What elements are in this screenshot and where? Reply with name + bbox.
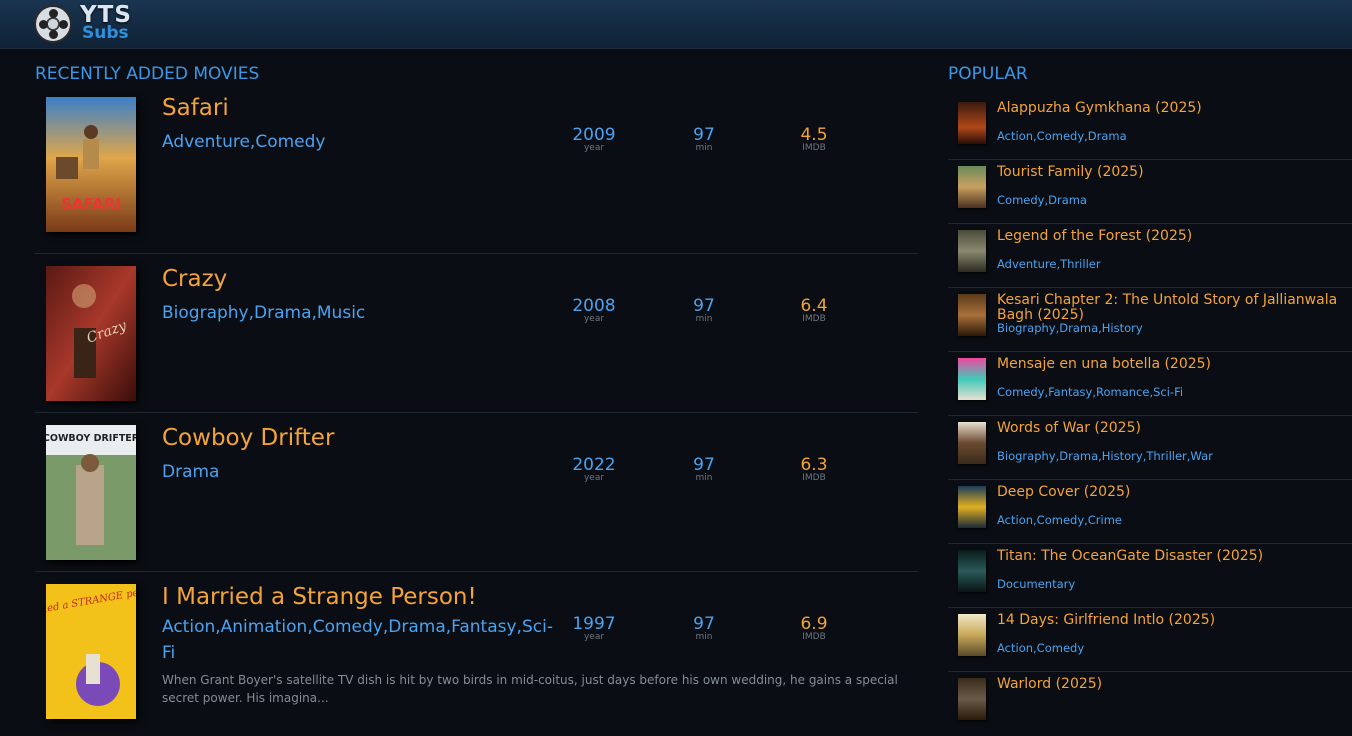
movie-title[interactable]: I Married a Strange Person! (162, 584, 477, 610)
poster-caption: SAFARI (61, 195, 121, 213)
movie-poster[interactable]: COWBOY DRIFTER (46, 425, 136, 560)
popular-thumbnail[interactable] (958, 358, 986, 400)
movie-title[interactable]: Crazy (162, 266, 227, 292)
popular-genres: Action,Comedy (997, 641, 1085, 655)
movie-rating: 4.5 IMDB (800, 125, 828, 153)
movie-item: COWBOY DRIFTER Cowboy Drifter Drama 2022… (35, 413, 918, 572)
popular-item[interactable]: Kesari Chapter 2: The Untold Story of Ja… (948, 288, 1352, 352)
popular-genres: Documentary (997, 577, 1076, 591)
popular-item[interactable]: Words of War (2025) Biography,Drama,Hist… (948, 416, 1352, 480)
movie-year: 2008 year (572, 296, 616, 324)
popular-title[interactable]: Alappuzha Gymkhana (2025) (997, 101, 1352, 116)
popular-thumbnail[interactable] (958, 294, 986, 336)
popular-thumbnail[interactable] (958, 102, 986, 144)
popular-title[interactable]: Titan: The OceanGate Disaster (2025) (997, 549, 1352, 564)
popular-genres: Comedy,Drama (997, 193, 1087, 207)
site-logo[interactable]: YTS Subs (34, 2, 144, 45)
popular-title[interactable]: Warlord (2025) (997, 677, 1352, 692)
popular-item[interactable]: Tourist Family (2025) Comedy,Drama (948, 160, 1352, 224)
section-title: POPULAR (948, 64, 1028, 84)
popular-title[interactable]: Legend of the Forest (2025) (997, 229, 1352, 244)
popular-thumbnail[interactable] (958, 166, 986, 208)
movie-rating: 6.4 IMDB (800, 296, 828, 324)
section-title: RECENTLY ADDED MOVIES (35, 64, 260, 84)
movie-genres: Biography,Drama,Music (162, 303, 366, 323)
popular-genres: Action,Comedy,Drama (997, 129, 1127, 143)
movie-genres: Adventure,Comedy (162, 132, 326, 152)
movie-genres: Action,Animation,Comedy,Drama,Fantasy,Sc… (162, 617, 553, 663)
recent-movies-section: RECENTLY ADDED MOVIES SAFARI Safari Adve… (35, 49, 918, 731)
poster-caption: COWBOY DRIFTER (46, 433, 136, 444)
popular-genres: Biography,Drama,History,Thriller,War (997, 449, 1213, 463)
site-header: YTS Subs (0, 0, 1352, 49)
movie-rating: 6.9 IMDB (800, 614, 828, 642)
movie-runtime: 97 min (693, 125, 715, 153)
movie-year: 2009 year (572, 125, 616, 153)
popular-item[interactable]: Alappuzha Gymkhana (2025) Action,Comedy,… (948, 96, 1352, 160)
film-reel-icon (34, 5, 72, 43)
movie-runtime: 97 min (693, 614, 715, 642)
movie-item: Crazy Crazy Biography,Drama,Music 2008 ye… (35, 254, 918, 413)
popular-item[interactable]: Deep Cover (2025) Action,Comedy,Crime (948, 480, 1352, 544)
movie-genres: Drama (162, 462, 220, 482)
movie-runtime: 97 min (693, 296, 715, 324)
popular-thumbnail[interactable] (958, 614, 986, 656)
popular-item[interactable]: Warlord (2025) (948, 672, 1352, 736)
movie-rating: 6.3 IMDB (800, 455, 828, 483)
popular-title[interactable]: Mensaje en una botella (2025) (997, 357, 1352, 372)
movie-year: 2022 year (572, 455, 616, 483)
popular-title[interactable]: Tourist Family (2025) (997, 165, 1352, 180)
popular-item[interactable]: Legend of the Forest (2025) Adventure,Th… (948, 224, 1352, 288)
popular-item[interactable]: Titan: The OceanGate Disaster (2025) Doc… (948, 544, 1352, 608)
movie-description: When Grant Boyer's satellite TV dish is … (162, 673, 898, 705)
popular-title[interactable]: Deep Cover (2025) (997, 485, 1352, 500)
popular-thumbnail[interactable] (958, 550, 986, 592)
popular-thumbnail[interactable] (958, 678, 986, 720)
popular-title[interactable]: Words of War (2025) (997, 421, 1352, 436)
movie-poster[interactable]: Crazy (46, 266, 136, 401)
movie-poster[interactable]: SAFARI (46, 97, 136, 232)
popular-genres: Action,Comedy,Crime (997, 513, 1123, 527)
popular-section: POPULAR Alappuzha Gymkhana (2025) Action… (948, 49, 1352, 736)
popular-genres: Adventure,Thriller (997, 257, 1101, 271)
movie-item: i married a STRANGE person! I Married a … (35, 572, 918, 731)
movie-year: 1997 year (572, 614, 616, 642)
movie-item: SAFARI Safari Adventure,Comedy 2009 year … (35, 95, 918, 254)
popular-genres: Biography,Drama,History (997, 321, 1143, 335)
logo-subtext: Subs (82, 23, 129, 43)
popular-item[interactable]: 14 Days: Girlfriend Intlo (2025) Action,… (948, 608, 1352, 672)
popular-thumbnail[interactable] (958, 422, 986, 464)
popular-title[interactable]: Kesari Chapter 2: The Untold Story of Ja… (997, 293, 1352, 323)
popular-item[interactable]: Mensaje en una botella (2025) Comedy,Fan… (948, 352, 1352, 416)
popular-genres: Comedy,Fantasy,Romance,Sci-Fi (997, 385, 1184, 399)
movie-title[interactable]: Cowboy Drifter (162, 425, 334, 451)
popular-title[interactable]: 14 Days: Girlfriend Intlo (2025) (997, 613, 1352, 628)
popular-thumbnail[interactable] (958, 230, 986, 272)
movie-title[interactable]: Safari (162, 95, 229, 121)
movie-runtime: 97 min (693, 455, 715, 483)
popular-thumbnail[interactable] (958, 486, 986, 528)
